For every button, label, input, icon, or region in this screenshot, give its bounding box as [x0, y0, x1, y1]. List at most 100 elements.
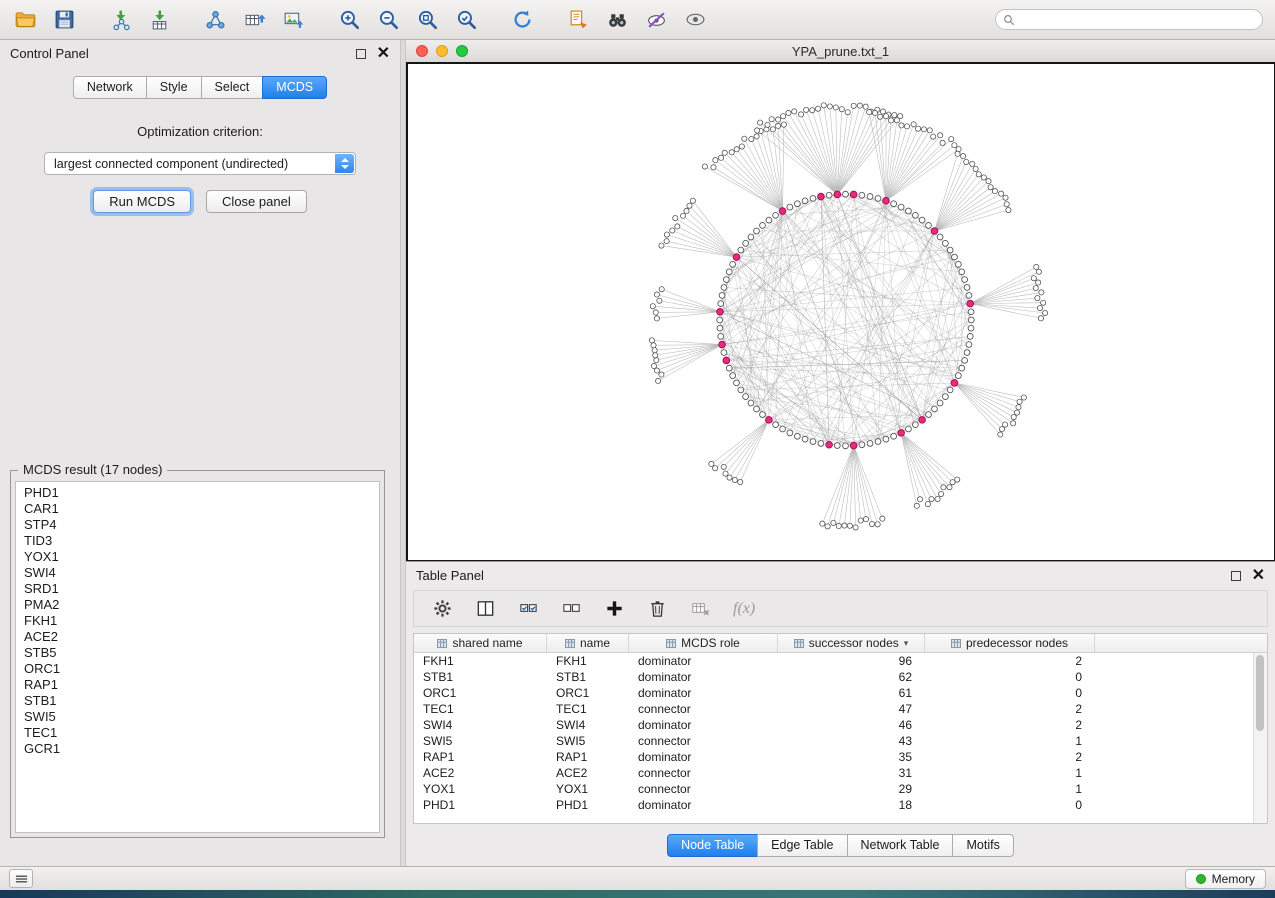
column-header-shared-name[interactable]: shared name [414, 634, 547, 652]
mcds-result-item[interactable]: TID3 [16, 533, 379, 549]
search-input[interactable] [1020, 12, 1255, 28]
table-row[interactable]: TEC1TEC1connector472 [414, 701, 1267, 717]
optimization-criterion-select[interactable]: largest connected component (undirected) [44, 152, 356, 175]
show-hide-icon[interactable] [682, 7, 708, 33]
mcds-result-item[interactable]: PMA2 [16, 597, 379, 613]
cell-predecessor-nodes: 0 [925, 670, 1095, 684]
table-row[interactable]: PHD1PHD1dominator180 [414, 797, 1267, 813]
add-row-icon[interactable] [601, 596, 627, 622]
mcds-result-title: MCDS result (17 nodes) [18, 462, 167, 477]
export-network-icon[interactable] [202, 7, 228, 33]
gear-icon[interactable] [429, 596, 455, 622]
mcds-result-item[interactable]: ORC1 [16, 661, 379, 677]
folder-open-icon[interactable] [12, 7, 38, 33]
cell-mcds-role: dominator [629, 670, 778, 684]
column-header-name[interactable]: name [547, 634, 629, 652]
float-panel-icon[interactable] [1231, 571, 1241, 581]
mcds-result-item[interactable]: SWI5 [16, 709, 379, 725]
cell-successor-nodes: 96 [778, 654, 925, 668]
mcds-result-item[interactable]: GCR1 [16, 741, 379, 757]
mcds-result-item[interactable]: YOX1 [16, 549, 379, 565]
table-row[interactable]: ACE2ACE2connector311 [414, 765, 1267, 781]
tab-style[interactable]: Style [146, 76, 202, 99]
dropdown-stepper-icon[interactable] [335, 154, 354, 173]
scrollbar-thumb[interactable] [1256, 655, 1264, 731]
memory-label: Memory [1212, 872, 1255, 886]
table-row[interactable]: STB1STB1dominator620 [414, 669, 1267, 685]
cell-shared-name: PHD1 [414, 798, 547, 812]
column-header-successor-nodes[interactable]: successor nodes▾ [778, 634, 925, 652]
select-all-icon[interactable] [515, 596, 541, 622]
table-row[interactable]: YOX1YOX1connector291 [414, 781, 1267, 797]
close-panel-icon[interactable]: ✕ [1252, 571, 1265, 581]
mcds-result-item[interactable]: STB5 [16, 645, 379, 661]
column-header-predecessor-nodes[interactable]: predecessor nodes [925, 634, 1095, 652]
tab-network[interactable]: Network [73, 76, 147, 99]
mcds-result-item[interactable]: SWI4 [16, 565, 379, 581]
mcds-result-item[interactable]: PHD1 [16, 485, 379, 501]
table-row[interactable]: SWI4SWI4dominator462 [414, 717, 1267, 733]
table-scrollbar[interactable] [1253, 653, 1267, 823]
toolbar-group [107, 7, 172, 33]
delete-row-icon[interactable] [644, 596, 670, 622]
cell-predecessor-nodes: 1 [925, 766, 1095, 780]
table-panel: Table Panel ✕ f(x) shared namenameMCDS r… [406, 561, 1275, 866]
deselect-all-icon[interactable] [558, 596, 584, 622]
search-network-icon[interactable] [604, 7, 630, 33]
column-menu-arrow-icon[interactable]: ▾ [904, 638, 909, 649]
import-network-icon[interactable] [107, 7, 133, 33]
table-row[interactable]: ORC1ORC1dominator610 [414, 685, 1267, 701]
tab-network-table[interactable]: Network Table [847, 834, 954, 857]
network-graph[interactable] [408, 64, 1274, 560]
mcds-result-item[interactable]: STP4 [16, 517, 379, 533]
mcds-result-item[interactable]: FKH1 [16, 613, 379, 629]
zoom-fit-icon[interactable] [414, 7, 440, 33]
float-panel-icon[interactable] [356, 49, 366, 59]
cell-shared-name: SWI4 [414, 718, 547, 732]
cell-mcds-role: dominator [629, 798, 778, 812]
mcds-result-item[interactable]: TEC1 [16, 725, 379, 741]
toolbar-icon-groups [12, 7, 738, 33]
export-table-icon[interactable] [241, 7, 267, 33]
cell-name: PHD1 [547, 798, 629, 812]
run-mcds-button[interactable]: Run MCDS [93, 190, 191, 213]
close-panel-button[interactable]: Close panel [206, 190, 307, 213]
mcds-result-item[interactable]: STB1 [16, 693, 379, 709]
style-eye-icon[interactable] [643, 7, 669, 33]
table-body: FKH1FKH1dominator962STB1STB1dominator620… [414, 653, 1267, 813]
column-header-icon [437, 639, 447, 648]
delete-table-icon[interactable] [687, 596, 713, 622]
duplicate-network-icon[interactable] [565, 7, 591, 33]
network-view-canvas[interactable] [406, 62, 1275, 561]
zoom-selected-icon[interactable] [453, 7, 479, 33]
cell-shared-name: YOX1 [414, 782, 547, 796]
zoom-out-icon[interactable] [375, 7, 401, 33]
mcds-result-item[interactable]: SRD1 [16, 581, 379, 597]
import-table-icon[interactable] [146, 7, 172, 33]
column-icon[interactable] [472, 596, 498, 622]
save-icon[interactable] [51, 7, 77, 33]
mcds-result-item[interactable]: CAR1 [16, 501, 379, 517]
table-row[interactable]: FKH1FKH1dominator962 [414, 653, 1267, 669]
mcds-result-item[interactable]: RAP1 [16, 677, 379, 693]
toolbar-group [202, 7, 306, 33]
tab-select[interactable]: Select [201, 76, 264, 99]
zoom-in-icon[interactable] [336, 7, 362, 33]
search-field[interactable] [995, 9, 1263, 30]
function-builder-button[interactable]: f(x) [733, 600, 755, 618]
export-image-icon[interactable] [280, 7, 306, 33]
table-row[interactable]: SWI5SWI5connector431 [414, 733, 1267, 749]
tab-node-table[interactable]: Node Table [667, 834, 758, 857]
memory-button[interactable]: Memory [1185, 869, 1266, 889]
cell-shared-name: TEC1 [414, 702, 547, 716]
tab-edge-table[interactable]: Edge Table [757, 834, 847, 857]
table-row[interactable]: RAP1RAP1dominator352 [414, 749, 1267, 765]
refresh-icon[interactable] [509, 7, 535, 33]
mcds-result-list[interactable]: PHD1CAR1STP4TID3YOX1SWI4SRD1PMA2FKH1ACE2… [15, 481, 380, 833]
close-panel-icon[interactable]: ✕ [377, 49, 390, 59]
tab-motifs[interactable]: Motifs [952, 834, 1013, 857]
mcds-result-item[interactable]: ACE2 [16, 629, 379, 645]
tab-mcds[interactable]: MCDS [262, 76, 327, 99]
status-menu-button[interactable] [9, 869, 33, 888]
column-header-mcds-role[interactable]: MCDS role [629, 634, 778, 652]
